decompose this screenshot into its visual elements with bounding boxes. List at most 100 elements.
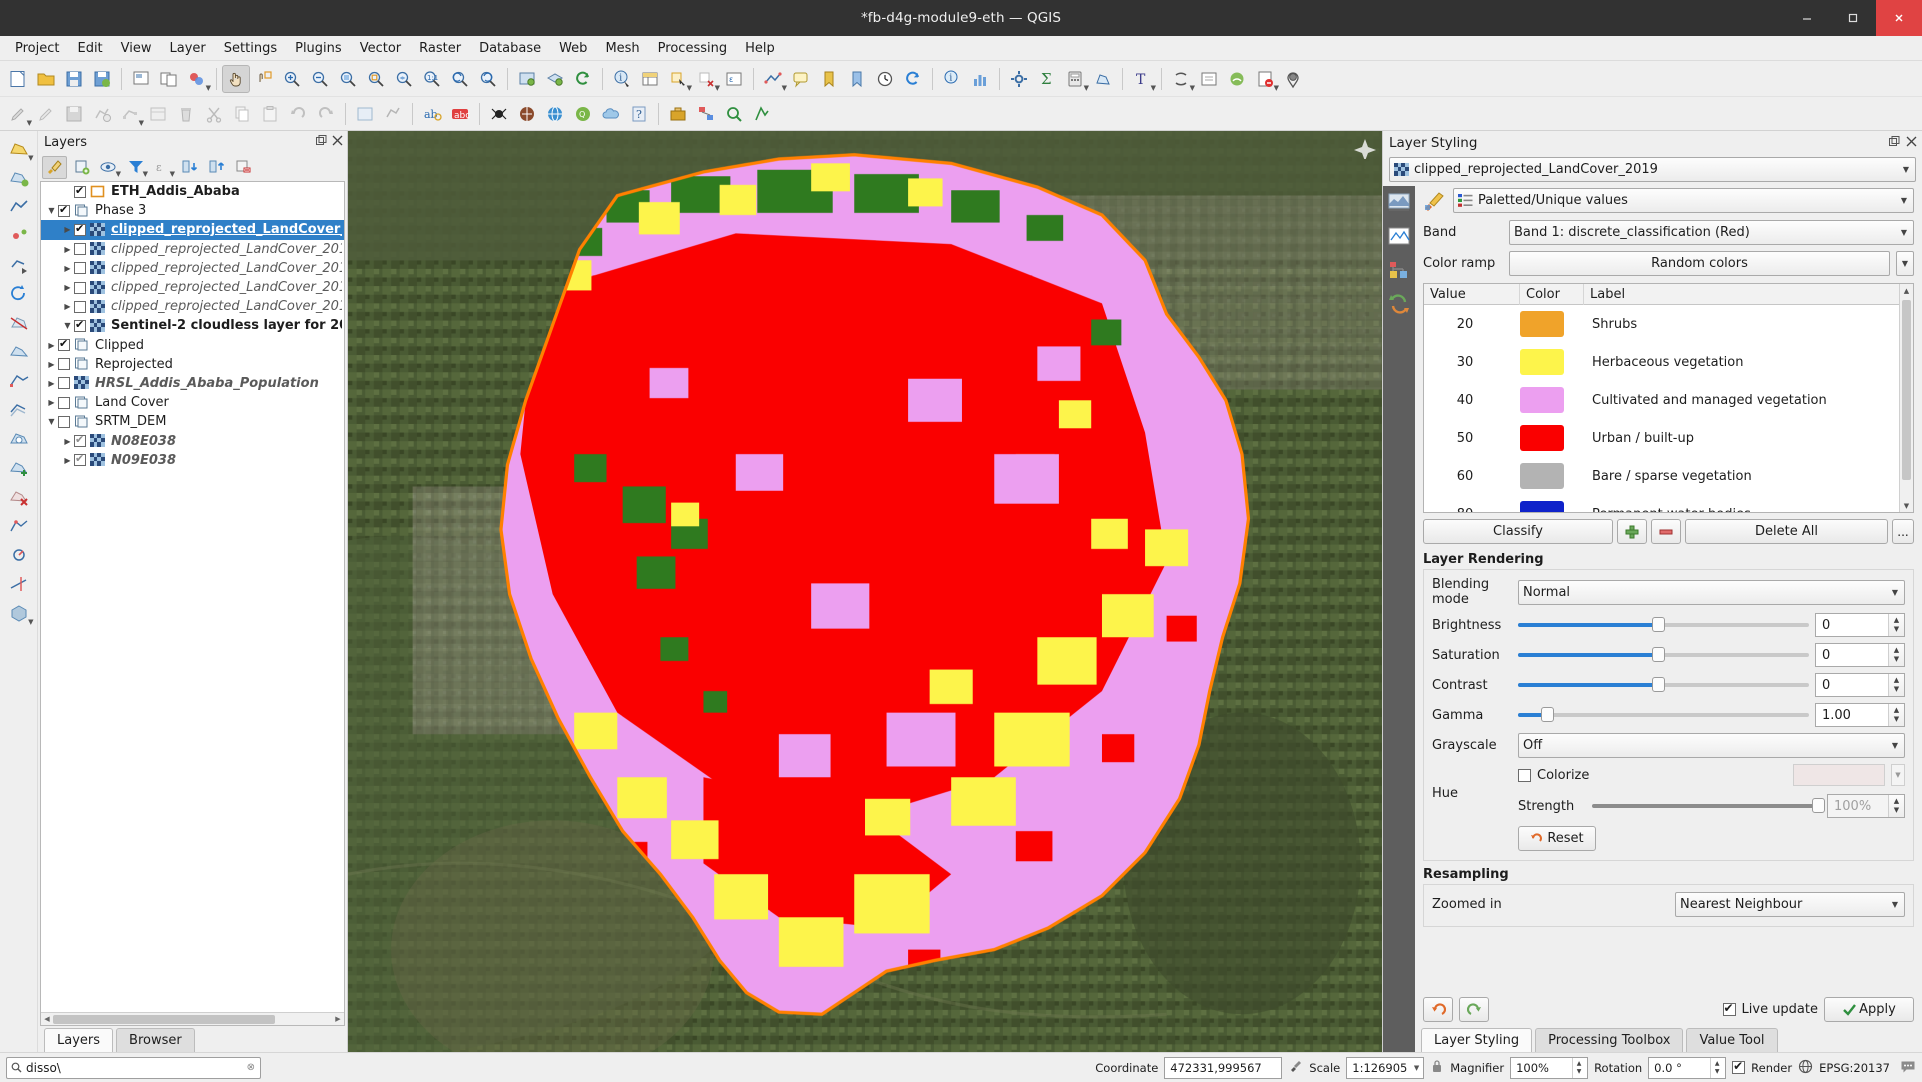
save-layer-edits-icon[interactable] xyxy=(60,100,88,128)
remove-class-button[interactable] xyxy=(1650,519,1681,544)
layer-visibility-checkbox[interactable] xyxy=(58,337,70,352)
menu-mesh[interactable]: Mesh xyxy=(596,38,648,59)
reset-button[interactable]: Reset xyxy=(1518,826,1596,851)
saturation-spin[interactable]: 0 ▲ ▼ xyxy=(1815,643,1905,667)
colorramp-menu-button[interactable]: ▼ xyxy=(1896,251,1914,276)
move-feature-icon[interactable] xyxy=(4,251,34,279)
graphical-modeler-icon[interactable] xyxy=(692,100,720,128)
spin-arrows-icon[interactable]: ▲ ▼ xyxy=(1710,1057,1723,1078)
qgis-cloud-icon[interactable] xyxy=(597,100,625,128)
layer-visibility-checkbox[interactable] xyxy=(74,281,86,294)
open-project-icon[interactable] xyxy=(32,65,60,93)
split-features-icon[interactable] xyxy=(4,309,34,337)
class-value[interactable]: 30 xyxy=(1424,355,1520,370)
layer-visibility-checkbox[interactable] xyxy=(74,452,86,467)
qgis2web-plugin-icon[interactable]: Q xyxy=(569,100,597,128)
add-polygon-icon[interactable] xyxy=(4,164,34,192)
class-color-cell[interactable] xyxy=(1520,387,1584,413)
layer-tree-item[interactable]: ▶ Clipped xyxy=(41,336,344,355)
layer-tree-item[interactable]: ▶ Land Cover xyxy=(41,393,344,412)
filter-expression-icon[interactable]: ε ▼ xyxy=(150,156,176,179)
menu-raster[interactable]: Raster xyxy=(410,38,470,59)
rail-rendering-icon[interactable] xyxy=(1386,292,1412,316)
help-contents-icon[interactable] xyxy=(1195,65,1223,93)
layer-visibility-checkbox[interactable] xyxy=(58,415,70,428)
qgis-icon[interactable] xyxy=(1223,65,1251,93)
add-vector-layer-icon[interactable] xyxy=(379,100,407,128)
copy-features-icon[interactable] xyxy=(228,100,256,128)
add-class-button[interactable] xyxy=(1616,519,1647,544)
crs-value[interactable]: EPSG:20137 xyxy=(1819,1061,1890,1075)
layer-visibility-checkbox[interactable] xyxy=(74,243,86,256)
layer-tree-item[interactable]: ▼ SRTM_DEM xyxy=(41,412,344,431)
rotation-spin[interactable]: 0.0 ° ▲ ▼ xyxy=(1648,1056,1727,1079)
close-styling-panel-icon[interactable] xyxy=(1906,136,1917,147)
layer-visibility-checkbox[interactable] xyxy=(74,222,86,236)
layer-tree-hscrollbar[interactable]: ◀ ▶ xyxy=(41,1012,344,1025)
toggle-extents-icon[interactable] xyxy=(1288,1059,1303,1077)
text-annotation-icon[interactable]: T ▼ xyxy=(1128,65,1156,93)
add-wms-layer-icon[interactable] xyxy=(351,100,379,128)
processing-toolbox-icon[interactable] xyxy=(664,100,692,128)
modify-attributes-icon[interactable] xyxy=(144,100,172,128)
chevron-down-icon[interactable]: ▼ xyxy=(1901,228,1907,237)
filter-legend-icon[interactable]: ▼ xyxy=(123,156,148,179)
class-table-row[interactable]: 80 Permanent water bodies xyxy=(1424,495,1913,512)
layer-visibility-checkbox[interactable] xyxy=(74,184,86,198)
menu-view[interactable]: View xyxy=(112,38,161,59)
grayscale-combo[interactable]: Off ▼ xyxy=(1518,733,1905,758)
layer-tree-item[interactable]: ▶ N09E038 xyxy=(41,451,344,470)
spin-arrows-icon[interactable]: ▲ ▼ xyxy=(1888,795,1904,817)
zoom-next-icon[interactable] xyxy=(474,65,502,93)
class-table-vscrollbar[interactable]: ▲ ▼ xyxy=(1899,284,1913,512)
band-combo[interactable]: Band 1: discrete_classification (Red) ▼ xyxy=(1509,220,1914,245)
paste-features-icon[interactable] xyxy=(256,100,284,128)
add-feature-icon[interactable] xyxy=(88,100,116,128)
current-edits-icon[interactable]: ▼ xyxy=(4,100,32,128)
expand-arrow-icon[interactable]: ▶ xyxy=(45,360,58,369)
color-swatch[interactable] xyxy=(1520,387,1564,413)
expand-arrow-icon[interactable]: ▶ xyxy=(61,302,74,311)
expand-arrow-icon[interactable]: ▶ xyxy=(61,225,74,234)
chevron-down-icon[interactable]: ▼ xyxy=(1892,741,1898,750)
color-swatch[interactable] xyxy=(1520,425,1564,451)
layer-visibility-checkbox[interactable] xyxy=(74,262,86,275)
brightness-spin[interactable]: 0 ▲ ▼ xyxy=(1815,613,1905,637)
measure-line-icon[interactable]: ▼ xyxy=(759,65,787,93)
temporal-controller-icon[interactable] xyxy=(871,65,899,93)
magnifier-spin[interactable]: 100% ▲ ▼ xyxy=(1510,1056,1589,1079)
statistics-icon[interactable] xyxy=(966,65,994,93)
chevron-down-icon[interactable]: ▼ xyxy=(1903,165,1909,174)
chevron-down-icon[interactable]: ▼ xyxy=(1892,588,1898,597)
open-attribute-table-icon[interactable] xyxy=(636,65,664,93)
scale-combo[interactable]: 1:126905 ▼ xyxy=(1346,1056,1425,1079)
layer-visibility-checkbox[interactable] xyxy=(74,318,86,332)
tab-layers[interactable]: Layers xyxy=(44,1028,114,1052)
strength-spin[interactable]: 100% ▲ ▼ xyxy=(1827,794,1905,818)
menu-database[interactable]: Database xyxy=(470,38,550,59)
add-delimited-text-icon[interactable]: ▼ xyxy=(1251,65,1279,93)
menu-layer[interactable]: Layer xyxy=(161,38,215,59)
search-plugin-icon[interactable] xyxy=(720,100,748,128)
tab-processing-toolbox[interactable]: Processing Toolbox xyxy=(1535,1028,1684,1052)
collapse-all-icon[interactable] xyxy=(204,156,229,179)
maximize-button[interactable] xyxy=(1830,0,1876,36)
undo-edit-icon[interactable] xyxy=(284,100,312,128)
class-table-row[interactable]: 50 Urban / built-up xyxy=(1424,419,1913,457)
map-canvas[interactable] xyxy=(348,131,1382,1052)
colorize-color-button[interactable] xyxy=(1793,764,1885,786)
show-map-tips-icon[interactable] xyxy=(787,65,815,93)
fill-ring-icon[interactable] xyxy=(4,425,34,453)
expand-arrow-icon[interactable]: ▶ xyxy=(45,398,58,407)
select-polygon-icon[interactable]: ▼ xyxy=(4,135,34,163)
menu-web[interactable]: Web xyxy=(550,38,596,59)
chevron-down-icon[interactable]: ▼ xyxy=(1414,1064,1419,1072)
identify-icon[interactable]: i xyxy=(938,65,966,93)
zoom-in-icon[interactable] xyxy=(278,65,306,93)
select-features-icon[interactable]: ▼ xyxy=(664,65,692,93)
blending-mode-combo[interactable]: Normal ▼ xyxy=(1518,579,1905,605)
manage-visibility-icon[interactable]: ▼ xyxy=(96,156,121,179)
tab-value-tool[interactable]: Value Tool xyxy=(1686,1028,1778,1052)
vertex-tool-icon[interactable]: ▼ xyxy=(116,100,144,128)
expand-arrow-icon[interactable]: ▶ xyxy=(61,437,74,446)
